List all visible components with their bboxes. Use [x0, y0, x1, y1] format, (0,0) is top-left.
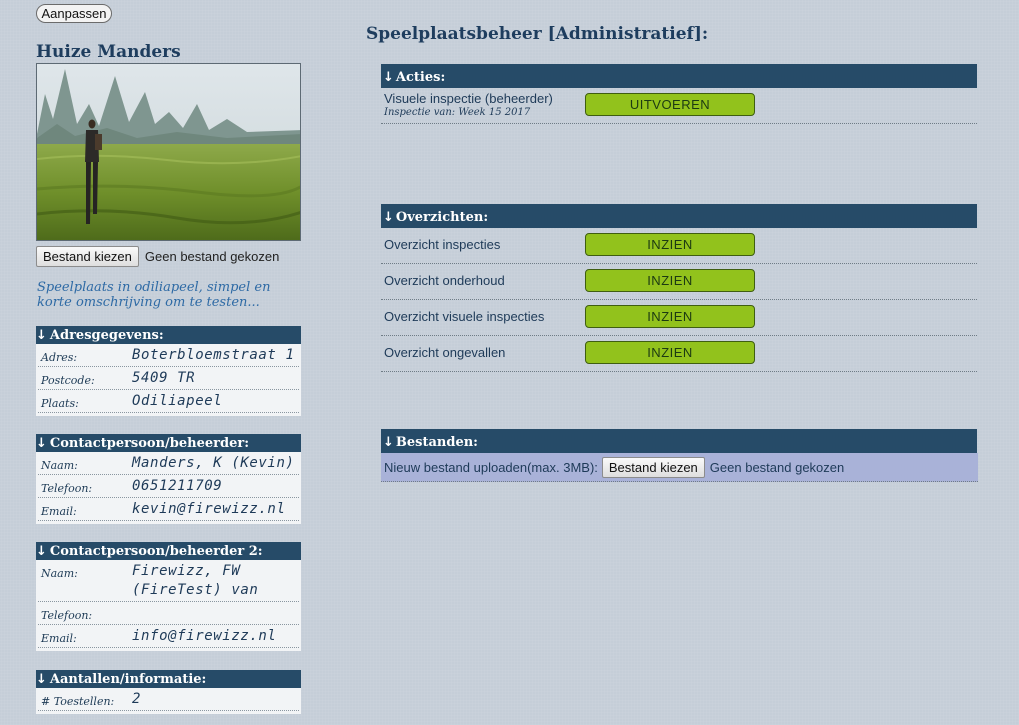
address-title: Adresgegevens: [49, 328, 164, 343]
contact1-title: Contactpersoon/beheerder: [49, 436, 250, 451]
photo-file-button[interactable]: Bestand kiezen [36, 246, 139, 267]
upload-label: Nieuw bestand uploaden(max. 3MB): [384, 459, 598, 475]
contact2-email-row: Email: info@firewizz.nl [38, 625, 299, 648]
contact1-box: ↓ Contactpersoon/beheerder: Naam: Manders… [36, 434, 301, 524]
contact1-name-value: Manders, K (Kevin) [132, 455, 295, 471]
contact2-name-key: Naam: [41, 567, 78, 580]
arrow-down-icon: ↓ [36, 328, 47, 343]
contact1-email-value[interactable]: kevin@firewizz.nl [132, 498, 299, 520]
overview-row-inspections: Overzicht inspecties INZIEN [381, 228, 977, 264]
postcode-key: Postcode: [41, 374, 95, 387]
contact1-name-row: Naam: Manders, K (Kevin) [38, 452, 299, 475]
contact2-name-value: Firewizz, FW (FireTest) van [132, 563, 259, 598]
view-inspections-button[interactable]: INZIEN [585, 233, 755, 256]
contact1-phone-row: Telefoon: 0651211709 [38, 475, 299, 498]
view-maintenance-button[interactable]: INZIEN [585, 269, 755, 292]
upload-row: Nieuw bestand uploaden(max. 3MB): Bestan… [381, 453, 978, 482]
upload-file-button[interactable]: Bestand kiezen [601, 456, 705, 478]
devices-value: 2 [132, 691, 142, 707]
overview-row-visual-inspections: Overzicht visuele inspecties INZIEN [381, 300, 977, 336]
upload-file-status: Geen bestand gekozen [709, 459, 845, 475]
overview-label: Overzicht visuele inspecties [384, 309, 545, 324]
actions-panel: ↓ Acties: Visuele inspectie (beheerder) I… [381, 64, 977, 124]
execute-button[interactable]: UITVOEREN [585, 93, 755, 116]
place-photo [36, 63, 301, 241]
address-value: Boterbloemstraat 1 [132, 347, 295, 363]
arrow-down-icon: ↓ [383, 210, 394, 225]
postcode-value: 5409 TR [132, 370, 196, 386]
photo-file-status: Geen bestand gekozen [144, 249, 280, 264]
contact1-name-key: Naam: [41, 459, 78, 472]
overviews-header[interactable]: ↓ Overzichten: [381, 204, 977, 228]
address-row: Adres: Boterbloemstraat 1 [38, 344, 299, 367]
contact2-email-key: Email: [41, 632, 77, 645]
action-row: Visuele inspectie (beheerder) Inspectie … [381, 88, 977, 124]
counts-header[interactable]: ↓ Aantallen/informatie: [36, 670, 301, 688]
files-title: Bestanden: [395, 435, 478, 450]
contact2-phone-key: Telefoon: [41, 609, 93, 622]
contact2-header[interactable]: ↓ Contactpersoon/beheerder 2: [36, 542, 301, 560]
contact1-header[interactable]: ↓ Contactpersoon/beheerder: [36, 434, 301, 452]
contact2-box: ↓ Contactpersoon/beheerder 2: Naam: Firew… [36, 542, 301, 651]
overviews-panel: ↓ Overzichten: Overzicht inspecties INZIE… [381, 204, 977, 372]
arrow-down-icon: ↓ [36, 544, 47, 559]
overview-row-accidents: Overzicht ongevallen INZIEN [381, 336, 977, 372]
arrow-down-icon: ↓ [383, 435, 394, 450]
actions-header[interactable]: ↓ Acties: [381, 64, 977, 88]
action-sublabel: Inspectie van: Week 15 2017 [384, 107, 531, 118]
contact1-email-key: Email: [41, 505, 77, 518]
place-title: Huize Manders [36, 42, 181, 62]
view-accidents-button[interactable]: INZIEN [585, 341, 755, 364]
arrow-down-icon: ↓ [383, 70, 394, 85]
address-box: ↓ Adresgegevens: Adres: Boterbloemstraat … [36, 326, 301, 416]
overview-label: Overzicht onderhoud [384, 273, 505, 288]
devices-key: # Toestellen: [41, 695, 115, 708]
contact1-phone-key: Telefoon: [41, 482, 93, 495]
address-key: Adres: [41, 351, 78, 364]
overviews-title: Overzichten: [395, 210, 489, 225]
view-visual-inspections-button[interactable]: INZIEN [585, 305, 755, 328]
devices-row: # Toestellen: 2 [38, 688, 299, 711]
contact2-phone-row: Telefoon: [38, 602, 299, 625]
contact2-phone-value [132, 602, 299, 624]
city-value: Odiliapeel [132, 393, 223, 409]
city-row: Plaats: Odiliapeel [38, 390, 299, 413]
postcode-row: Postcode: 5409 TR [38, 367, 299, 390]
place-description: Speelplaats in odiliapeel, simpel en kor… [37, 280, 271, 310]
contact2-name-row: Naam: Firewizz, FW (FireTest) van [38, 560, 299, 602]
contact2-title: Contactpersoon/beheerder 2: [49, 544, 263, 559]
counts-box: ↓ Aantallen/informatie: # Toestellen: 2 [36, 670, 301, 714]
address-header[interactable]: ↓ Adresgegevens: [36, 326, 301, 344]
overview-row-maintenance: Overzicht onderhoud INZIEN [381, 264, 977, 300]
city-key: Plaats: [41, 397, 79, 410]
action-label: Visuele inspectie (beheerder) [384, 91, 553, 106]
overview-label: Overzicht inspecties [384, 237, 501, 252]
files-panel: ↓ Bestanden: Nieuw bestand uploaden(max. … [381, 429, 978, 482]
edit-button[interactable]: Aanpassen [36, 4, 112, 23]
counts-title: Aantallen/informatie: [49, 672, 207, 687]
overview-label: Overzicht ongevallen [384, 345, 506, 360]
actions-title: Acties: [395, 70, 446, 85]
contact1-phone-value: 0651211709 [132, 478, 223, 494]
page-title: Speelplaatsbeheer [Administratief]: [366, 24, 709, 44]
contact1-email-row: Email: kevin@firewizz.nl [38, 498, 299, 521]
arrow-down-icon: ↓ [36, 436, 47, 451]
photo-file-picker: Bestand kiezen Geen bestand gekozen [36, 246, 279, 267]
files-header[interactable]: ↓ Bestanden: [381, 429, 977, 453]
contact2-email-value[interactable]: info@firewizz.nl [132, 625, 299, 647]
arrow-down-icon: ↓ [36, 672, 47, 687]
